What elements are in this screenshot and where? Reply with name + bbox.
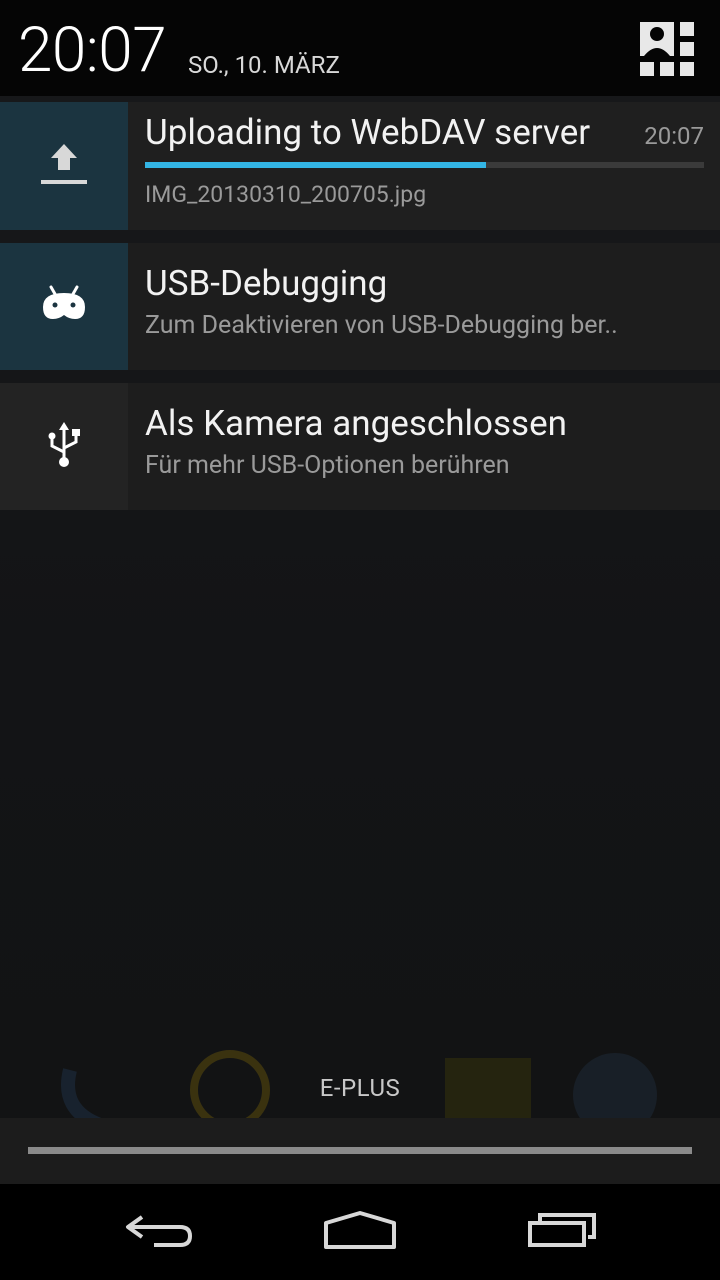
drag-handle[interactable]	[28, 1147, 692, 1154]
notification-usb-debugging[interactable]: USB-Debugging Zum Deaktivieren von USB-D…	[0, 243, 720, 370]
back-button[interactable]	[110, 1198, 210, 1264]
notification-title: Uploading to WebDAV server	[145, 112, 591, 153]
notification-text: Zum Deaktivieren von USB-Debugging ber..	[145, 311, 618, 340]
navigation-bar	[0, 1184, 720, 1280]
notification-text: IMG_20130310_200705.jpg	[145, 181, 427, 208]
home-button[interactable]	[310, 1198, 410, 1264]
notification-title: USB-Debugging	[145, 263, 388, 304]
notification-icon-area	[0, 383, 128, 510]
notification-usb-camera[interactable]: Als Kamera angeschlossen Für mehr USB-Op…	[0, 383, 720, 510]
clock: 20:07	[18, 14, 167, 87]
recents-icon	[526, 1209, 598, 1253]
notification-title: Als Kamera angeschlossen	[145, 403, 567, 444]
recents-button[interactable]	[512, 1198, 612, 1264]
home-icon	[322, 1209, 398, 1253]
quick-settings-icon[interactable]	[640, 22, 698, 76]
upload-icon	[39, 142, 89, 190]
upload-progress-fill	[145, 162, 486, 168]
notification-text: Für mehr USB-Optionen berühren	[145, 451, 510, 480]
upload-progress-bar	[145, 162, 704, 168]
notification-icon-area	[0, 102, 128, 230]
notification-upload[interactable]: Uploading to WebDAV server 20:07 IMG_201…	[0, 102, 720, 230]
drag-handle-area[interactable]	[0, 1118, 720, 1184]
carrier-label: E-PLUS	[319, 1074, 401, 1102]
android-debug-icon	[39, 285, 89, 329]
notification-time: 20:07	[644, 122, 704, 150]
notification-icon-area	[0, 243, 128, 370]
date: SO., 10. MÄRZ	[188, 51, 340, 79]
usb-icon	[46, 421, 82, 472]
back-icon	[124, 1209, 196, 1253]
status-header: 20:07 SO., 10. MÄRZ	[0, 0, 720, 96]
